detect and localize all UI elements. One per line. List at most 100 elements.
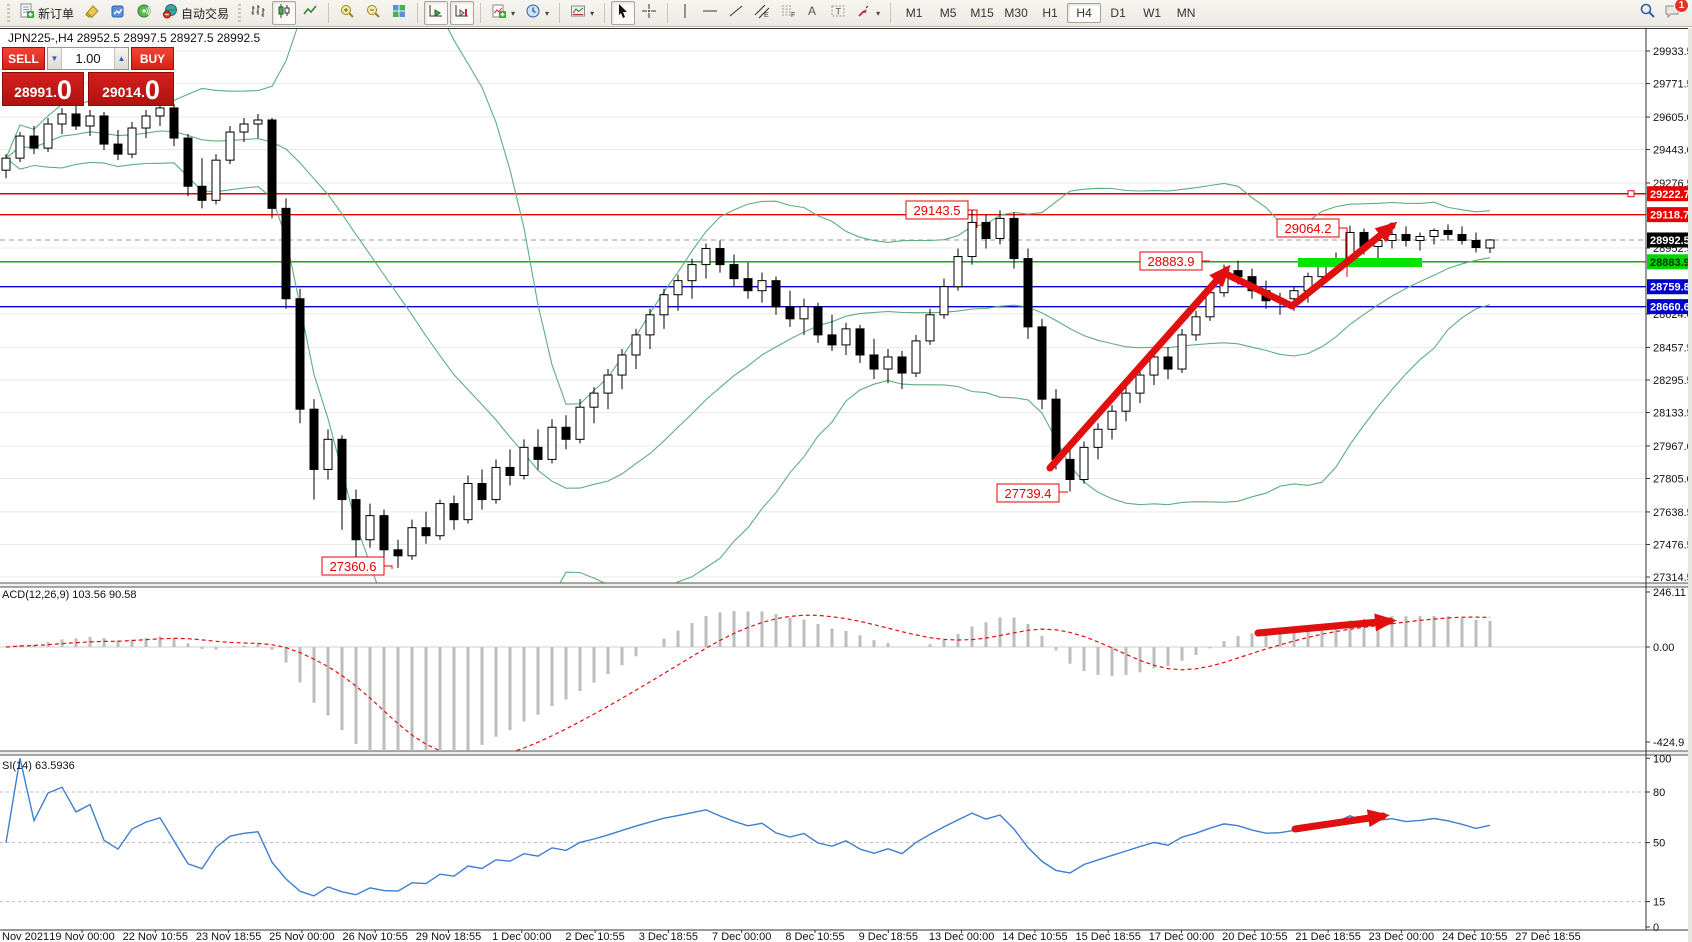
crosshair-button[interactable] [637, 1, 661, 25]
svg-text:29933.5: 29933.5 [1653, 46, 1692, 58]
buy-button[interactable]: BUY [131, 47, 174, 70]
svg-text:13 Dec 00:00: 13 Dec 00:00 [929, 931, 994, 942]
signals-icon [136, 3, 152, 24]
toolbar-grip [238, 4, 241, 22]
chevron-down-icon: ▾ [590, 9, 594, 18]
sell-button[interactable]: SELL [2, 47, 45, 70]
timeframe-H1[interactable]: H1 [1033, 3, 1067, 23]
timeframe-W1[interactable]: W1 [1135, 3, 1169, 23]
svg-text:-424.9: -424.9 [1653, 737, 1684, 749]
toolbar-separator [417, 3, 418, 23]
chart-shift-icon [454, 3, 470, 24]
svg-text:9 Dec 18:55: 9 Dec 18:55 [859, 931, 918, 942]
svg-text:100: 100 [1653, 753, 1671, 765]
svg-text:26 Nov 10:55: 26 Nov 10:55 [342, 931, 407, 942]
cursor-icon [615, 3, 631, 24]
zoom-out-button[interactable] [361, 1, 385, 25]
bar-chart-icon [250, 3, 266, 24]
svg-text:28759.8: 28759.8 [1650, 282, 1690, 294]
svg-text:27739.4: 27739.4 [1005, 486, 1052, 501]
text-label-button[interactable]: T [826, 1, 850, 25]
svg-text:28133.5: 28133.5 [1653, 408, 1692, 420]
market-watch-button[interactable] [106, 1, 130, 25]
trendline-button[interactable] [724, 1, 748, 25]
svg-text:28660.6: 28660.6 [1650, 302, 1690, 314]
volume-up-button[interactable]: ▲ [114, 48, 128, 69]
time-axis: Nov 202119 Nov 00:0022 Nov 10:5523 Nov 1… [2, 930, 1581, 942]
fibonacci-button[interactable]: F [776, 1, 800, 25]
svg-text:29605.0: 29605.0 [1653, 112, 1692, 124]
zoom-out-icon [365, 3, 381, 24]
horizontal-line-button[interactable] [698, 1, 722, 25]
svg-text:28883.9: 28883.9 [1650, 257, 1690, 269]
notification-badge: 1 [1674, 0, 1689, 13]
svg-text:17 Dec 00:00: 17 Dec 00:00 [1149, 931, 1214, 942]
sell-price[interactable]: 28991.0 [2, 72, 84, 106]
arrows-tool-button[interactable]: ▾ [852, 1, 884, 25]
svg-text:29222.7: 29222.7 [1650, 189, 1690, 201]
chevron-down-icon: ▾ [545, 9, 549, 18]
notifications-button[interactable]: 1 [1664, 3, 1682, 24]
timeframe-M15[interactable]: M15 [965, 3, 999, 23]
new-order-icon [19, 3, 35, 24]
price-callout[interactable]: 27360.6 [322, 557, 392, 575]
svg-text:29064.2: 29064.2 [1285, 221, 1332, 236]
add-indicator-button[interactable]: ▾ [487, 1, 519, 25]
svg-text:27805.0: 27805.0 [1653, 473, 1692, 485]
bar-chart-button[interactable] [246, 1, 270, 25]
chart-canvas[interactable]: 29933.529771.529605.029443.029276.528952… [0, 28, 1692, 942]
timeframe-MN[interactable]: MN [1169, 3, 1203, 23]
text-icon: A [806, 3, 820, 24]
tile-windows-button[interactable] [387, 1, 411, 25]
svg-text:27314.5: 27314.5 [1653, 572, 1692, 584]
add-indicator-icon [491, 3, 507, 24]
svg-text:8 Dec 10:55: 8 Dec 10:55 [785, 931, 844, 942]
period-button[interactable]: ▾ [521, 1, 553, 25]
text-label-icon: T [830, 3, 846, 24]
svg-text:28295.5: 28295.5 [1653, 375, 1692, 387]
svg-text:21 Dec 18:55: 21 Dec 18:55 [1295, 931, 1360, 942]
cursor-button[interactable] [611, 1, 635, 25]
timeframe-M5[interactable]: M5 [931, 3, 965, 23]
timeframe-M30[interactable]: M30 [999, 3, 1033, 23]
timeframe-H4[interactable]: H4 [1067, 3, 1101, 23]
chart-shift-button[interactable] [450, 1, 474, 25]
svg-text:27638.5: 27638.5 [1653, 507, 1692, 519]
toolbar-grip [7, 4, 10, 22]
svg-text:F: F [791, 12, 795, 19]
signals-button[interactable] [132, 1, 156, 25]
price-callout[interactable]: 27739.4 [997, 484, 1068, 502]
auto-scroll-button[interactable] [424, 1, 448, 25]
autotrading-button[interactable]: 自动交易 [158, 1, 233, 25]
svg-text:27 Dec 18:55: 27 Dec 18:55 [1515, 931, 1580, 942]
line-chart-button[interactable] [298, 1, 322, 25]
volume-down-button[interactable]: ▼ [48, 48, 62, 69]
eraser-button[interactable] [80, 1, 104, 25]
timeframe-M1[interactable]: M1 [897, 3, 931, 23]
buy-price[interactable]: 29014.0 [88, 72, 174, 106]
timeframe-D1[interactable]: D1 [1101, 3, 1135, 23]
macd-indicator-label: ACD(12,26,9) 103.56 90.58 [2, 589, 137, 601]
svg-text:80: 80 [1653, 787, 1665, 799]
volume-input[interactable]: 1.00 [62, 48, 114, 69]
line-chart-icon [302, 3, 318, 24]
zoom-in-button[interactable] [335, 1, 359, 25]
text-button[interactable]: A [802, 1, 824, 25]
svg-text:3 Dec 18:55: 3 Dec 18:55 [639, 931, 698, 942]
support-highlight-bar[interactable] [1298, 258, 1422, 267]
equidistant-channel-button[interactable]: E [750, 1, 774, 25]
new-order-label: 新订单 [38, 5, 74, 22]
new-order-button[interactable]: 新订单 [15, 1, 78, 25]
candlestick-chart-button[interactable] [272, 1, 296, 25]
svg-text:15: 15 [1653, 897, 1665, 909]
search-icon[interactable] [1639, 2, 1656, 24]
svg-text:27476.5: 27476.5 [1653, 539, 1692, 551]
svg-text:20 Dec 10:55: 20 Dec 10:55 [1222, 931, 1287, 942]
svg-text:29 Nov 18:55: 29 Nov 18:55 [416, 931, 481, 942]
svg-text:27967.0: 27967.0 [1653, 441, 1692, 453]
template-icon [570, 3, 586, 24]
vertical-line-button[interactable] [674, 1, 696, 25]
price-callout[interactable]: 28883.9 [1140, 252, 1210, 270]
svg-text:0.00: 0.00 [1653, 642, 1674, 654]
template-button[interactable]: ▾ [566, 1, 598, 25]
